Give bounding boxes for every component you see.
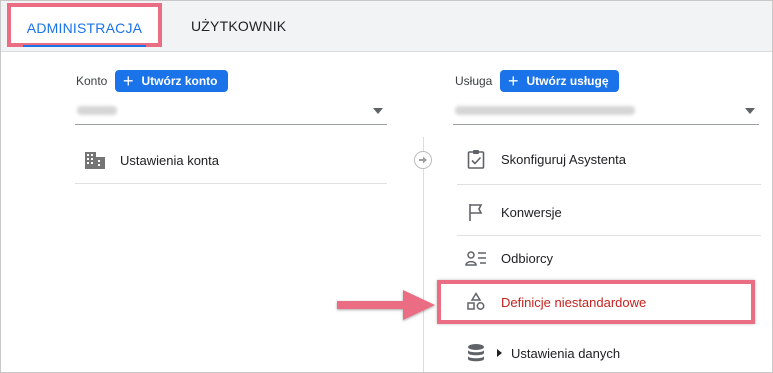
account-settings-label: Ustawienia konta	[120, 152, 219, 168]
building-icon	[84, 149, 106, 171]
audiences-item[interactable]: Odbiorcy	[465, 247, 553, 269]
property-column-label: Usługa	[455, 74, 493, 88]
setup-assistant-item[interactable]: Skonfiguruj Asystenta	[465, 148, 626, 170]
checklist-icon	[465, 148, 487, 170]
account-column-label: Konto	[76, 74, 108, 88]
shapes-icon	[465, 291, 487, 313]
tab-bar: ADMINISTRACJA UŻYTKOWNIK	[1, 1, 772, 52]
account-item-divider	[75, 183, 387, 184]
admin-panel: ADMINISTRACJA UŻYTKOWNIK Konto + Utwórz …	[0, 0, 773, 373]
database-icon	[465, 342, 487, 364]
conversions-label: Konwersje	[501, 204, 562, 220]
tab-uzytkownik[interactable]: UŻYTKOWNIK	[191, 1, 286, 51]
create-property-button[interactable]: + Utwórz usługę	[500, 70, 619, 92]
account-select-value-redacted	[77, 106, 117, 115]
conversions-item[interactable]: Konwersje	[465, 201, 562, 223]
create-property-label: Utwórz usługę	[526, 74, 609, 88]
audiences-label: Odbiorcy	[501, 250, 554, 266]
flag-icon	[465, 201, 487, 223]
expand-arrow-icon[interactable]	[497, 349, 502, 357]
chevron-down-icon	[373, 108, 383, 114]
plus-icon: +	[123, 71, 134, 91]
arrow-right-circle-icon	[414, 151, 432, 169]
pointer-arrow-icon	[337, 290, 435, 320]
account-settings-item[interactable]: Ustawienia konta	[84, 149, 219, 171]
property-select-value-redacted	[455, 106, 635, 115]
property-item-divider	[457, 184, 761, 185]
property-item-divider	[457, 235, 761, 236]
tab-administracja-label: ADMINISTRACJA	[22, 11, 147, 47]
data-settings-item[interactable]: Ustawienia danych	[465, 342, 620, 364]
create-account-button[interactable]: + Utwórz konto	[115, 70, 228, 92]
audience-icon	[465, 247, 487, 269]
custom-definitions-item[interactable]: Definicje niestandardowe	[465, 291, 646, 313]
data-settings-label: Ustawienia danych	[511, 345, 621, 361]
setup-assistant-label: Skonfiguruj Asystenta	[501, 151, 627, 167]
account-select[interactable]	[75, 98, 387, 125]
chevron-down-icon	[745, 108, 755, 114]
tab-administracja[interactable]: ADMINISTRACJA	[7, 3, 162, 47]
property-select[interactable]	[453, 98, 759, 125]
column-divider	[423, 137, 424, 372]
custom-definitions-label: Definicje niestandardowe	[501, 294, 647, 310]
plus-icon: +	[508, 71, 519, 91]
create-account-label: Utwórz konto	[141, 74, 218, 88]
